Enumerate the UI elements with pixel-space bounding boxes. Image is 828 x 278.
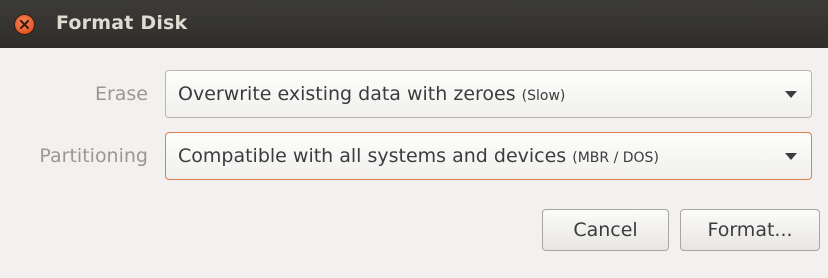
partitioning-row: Partitioning Compatible with all systems… xyxy=(0,132,828,184)
cancel-button[interactable]: Cancel xyxy=(542,209,669,251)
chevron-down-icon xyxy=(785,91,797,98)
erase-row: Erase Overwrite existing data with zeroe… xyxy=(0,70,828,122)
erase-value-note: (Slow) xyxy=(521,88,566,104)
erase-dropdown[interactable]: Overwrite existing data with zeroes (Slo… xyxy=(165,70,812,118)
partitioning-dropdown[interactable]: Compatible with all systems and devices … xyxy=(165,132,812,180)
partitioning-value-note: (MBR / DOS) xyxy=(572,150,659,166)
erase-value-text: Overwrite existing data with zeroes xyxy=(178,83,516,105)
partitioning-label: Partitioning xyxy=(39,145,148,167)
close-icon xyxy=(20,20,29,29)
partitioning-value-text: Compatible with all systems and devices xyxy=(178,145,567,167)
format-disk-dialog: Format Disk Erase Overwrite existing dat… xyxy=(0,0,828,278)
format-button[interactable]: Format... xyxy=(680,209,820,251)
title-bar[interactable]: Format Disk xyxy=(0,0,828,48)
partitioning-selected-value: Compatible with all systems and devices … xyxy=(178,145,659,167)
chevron-down-icon xyxy=(785,153,797,160)
erase-label: Erase xyxy=(94,83,148,105)
window-title: Format Disk xyxy=(56,12,188,34)
erase-selected-value: Overwrite existing data with zeroes (Slo… xyxy=(178,83,565,105)
close-button[interactable] xyxy=(14,14,35,35)
